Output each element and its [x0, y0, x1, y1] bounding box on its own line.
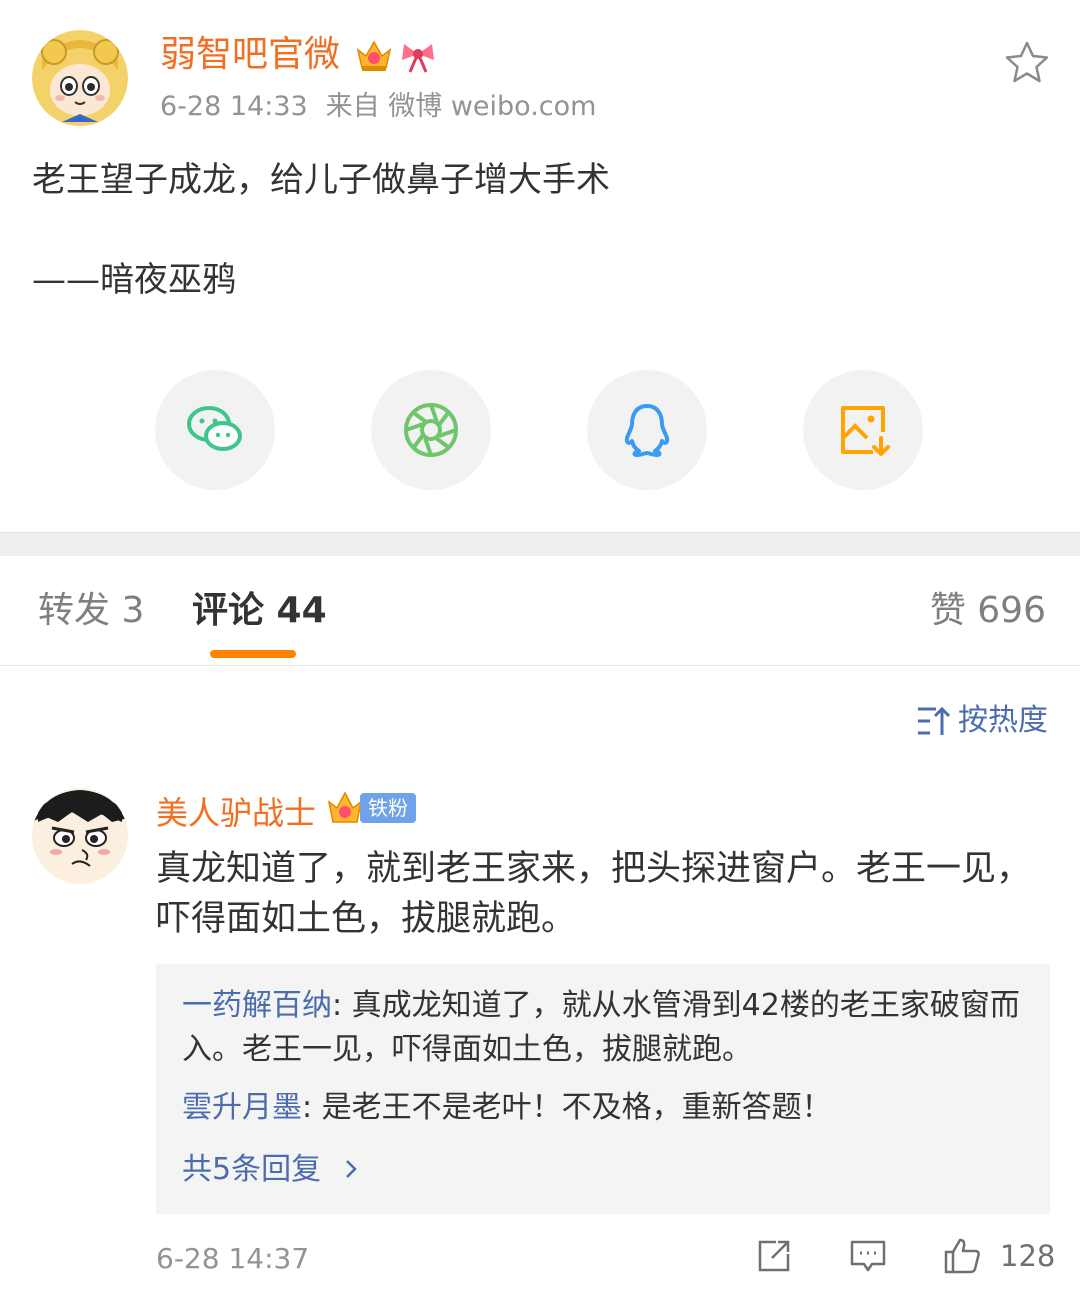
- share-wechat-button[interactable]: [155, 370, 275, 490]
- active-tab-indicator: [210, 650, 296, 658]
- post-header: 弱智吧官微 6-28 14:33 来自 微博 weibo.com: [0, 0, 1080, 140]
- fan-badge-label: 铁粉: [360, 793, 416, 823]
- share-moments-button[interactable]: [371, 370, 491, 490]
- post-text-line: ——暗夜巫鸦: [32, 260, 236, 300]
- author-avatar[interactable]: [32, 30, 128, 126]
- reply-button[interactable]: [848, 1236, 888, 1276]
- wechat-icon: [187, 406, 242, 451]
- tab-repost[interactable]: 转发 3: [38, 586, 144, 636]
- vip-crown-icon: [354, 36, 394, 74]
- commenter-avatar[interactable]: [32, 788, 128, 884]
- reply-item[interactable]: 一药解百纳: 真成龙知道了，就从水管滑到42楼的老王家破窗而入。老王一见，吓得面…: [182, 984, 1032, 1072]
- like-count: 128: [1000, 1239, 1056, 1273]
- comment-icon: [850, 1240, 886, 1272]
- crown-badge-icon: [327, 791, 363, 823]
- forward-icon: [758, 1240, 790, 1272]
- more-replies-label: 共5条回复: [182, 1152, 322, 1187]
- sort-icon: [918, 706, 951, 735]
- thumbs-up-icon: [944, 1238, 980, 1274]
- reply-text: : 是老王不是老叶！不及格，重新答题！: [302, 1090, 832, 1125]
- fan-badge: 铁粉: [326, 788, 416, 828]
- bow-badge-icon: [398, 38, 438, 74]
- favorite-star-icon[interactable]: [1004, 40, 1050, 84]
- post-text-line: 老王望子成龙，给儿子做鼻子增大手术: [32, 160, 610, 200]
- author-name[interactable]: 弱智吧官微: [160, 32, 340, 78]
- sort-label: 按热度: [958, 703, 1048, 738]
- more-replies-link[interactable]: 共5条回复: [182, 1148, 361, 1192]
- tab-comment[interactable]: 评论 44: [192, 586, 327, 636]
- post-source: 来自 微博 weibo.com: [325, 91, 597, 122]
- chevron-right-icon: [345, 1160, 357, 1178]
- save-image-button[interactable]: [803, 370, 923, 490]
- commenter-name[interactable]: 美人驴战士: [156, 792, 316, 834]
- reply-user[interactable]: 一药解百纳: [182, 988, 332, 1023]
- sort-toggle[interactable]: 按热度: [916, 700, 1048, 742]
- tab-bar: 转发 3 评论 44 赞 696: [0, 556, 1080, 666]
- post-time: 6-28 14:33: [160, 91, 308, 122]
- comment-text: 真龙知道了，就到老王家来，把头探进窗户。老王一见，吓得面如土色，拔腿就跑。: [156, 849, 1032, 939]
- post-content: 老王望子成龙，给儿子做鼻子增大手术 ——暗夜巫鸦: [32, 156, 1032, 304]
- save-image-icon: [841, 406, 890, 456]
- section-divider: [0, 532, 1080, 556]
- share-qq-button[interactable]: [587, 370, 707, 490]
- like-button[interactable]: 128: [942, 1236, 1055, 1276]
- forward-button[interactable]: [754, 1236, 794, 1276]
- post-meta: 6-28 14:33 来自 微博 weibo.com: [160, 90, 596, 124]
- qq-icon: [624, 404, 670, 457]
- reply-item[interactable]: 雲升月墨: 是老王不是老叶！不及格，重新答题！: [182, 1086, 1032, 1130]
- moments-icon: [404, 403, 458, 457]
- replies-box[interactable]: 一药解百纳: 真成龙知道了，就从水管滑到42楼的老王家破窗而入。老王一见，吓得面…: [156, 964, 1050, 1214]
- share-row: [0, 370, 1080, 492]
- comment-time: 6-28 14:37: [156, 1242, 310, 1275]
- reply-user[interactable]: 雲升月墨: [182, 1090, 302, 1125]
- tab-like[interactable]: 赞 696: [930, 586, 1046, 636]
